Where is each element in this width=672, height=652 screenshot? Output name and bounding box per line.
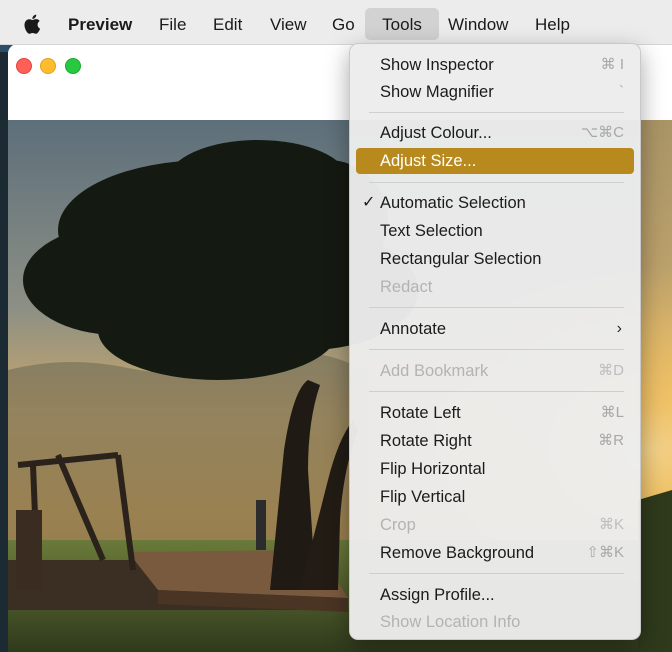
menubar-help[interactable]: Help <box>527 0 578 44</box>
menu-item-shortcut: ⌘L <box>600 404 624 421</box>
menu-item-remove-background[interactable]: Remove Background ⇧⌘K <box>356 540 634 566</box>
menu-item-show-inspector[interactable]: Show Inspector ⌘ I <box>356 52 634 78</box>
menu-separator <box>369 391 624 392</box>
close-window-button[interactable] <box>16 58 32 74</box>
menu-item-text-selection[interactable]: Text Selection <box>356 218 634 244</box>
menubar-view[interactable]: View <box>262 0 315 44</box>
menu-item-label: Show Location Info <box>380 613 521 631</box>
menu-item-show-magnifier[interactable]: Show Magnifier ` <box>356 79 634 105</box>
minimize-window-button[interactable] <box>40 58 56 74</box>
menu-item-crop: Crop ⌘K <box>356 512 634 538</box>
menu-item-automatic-selection[interactable]: ✓ Automatic Selection <box>356 190 634 216</box>
apple-logo-icon[interactable] <box>22 12 44 36</box>
menu-item-shortcut: ` <box>619 83 624 100</box>
menu-separator <box>369 182 624 183</box>
menu-item-redact: Redact <box>356 274 634 300</box>
menu-item-adjust-colour[interactable]: Adjust Colour... ⌥⌘C <box>356 120 634 146</box>
menubar-go[interactable]: Go <box>324 0 363 44</box>
menu-item-label: Flip Horizontal <box>380 460 486 478</box>
menu-item-label: Remove Background <box>380 544 535 562</box>
menu-item-assign-profile[interactable]: Assign Profile... <box>356 582 634 608</box>
menu-item-label: Add Bookmark <box>380 362 489 380</box>
menu-item-shortcut: ⇧⌘K <box>586 544 624 561</box>
menu-item-rotate-right[interactable]: Rotate Right ⌘R <box>356 428 634 454</box>
menu-item-shortcut: ⌘ I <box>600 56 624 73</box>
menu-item-add-bookmark: Add Bookmark ⌘D <box>356 358 634 384</box>
zoom-window-button[interactable] <box>65 58 81 74</box>
menubar-edit[interactable]: Edit <box>205 0 250 44</box>
menu-item-label: Assign Profile... <box>380 586 495 604</box>
menu-item-rectangular-selection[interactable]: Rectangular Selection <box>356 246 634 272</box>
tools-menu: Show Inspector ⌘ I Show Magnifier ` Adju… <box>349 43 641 640</box>
menu-separator <box>369 349 624 350</box>
menu-item-flip-vertical[interactable]: Flip Vertical <box>356 484 634 510</box>
menu-separator <box>369 112 624 113</box>
menu-item-rotate-left[interactable]: Rotate Left ⌘L <box>356 400 634 426</box>
menu-item-show-location-info: Show Location Info <box>356 609 634 635</box>
menu-item-label: Text Selection <box>380 222 483 240</box>
menu-item-label: Flip Vertical <box>380 488 466 506</box>
menu-item-label: Show Inspector <box>380 56 494 74</box>
menu-item-label: Rotate Left <box>380 404 461 422</box>
menu-bar: Preview File Edit View Go Tools Window H… <box>0 0 672 45</box>
menu-item-label: Crop <box>380 516 416 534</box>
menubar-app-preview[interactable]: Preview <box>60 0 140 44</box>
menu-item-label: Adjust Colour... <box>380 124 492 142</box>
menu-separator <box>369 307 624 308</box>
menu-item-annotate[interactable]: Annotate › <box>356 316 634 342</box>
menu-separator <box>369 573 624 574</box>
menu-item-label: Rectangular Selection <box>380 250 542 268</box>
menubar-tools[interactable]: Tools <box>365 8 439 40</box>
menu-item-flip-horizontal[interactable]: Flip Horizontal <box>356 456 634 482</box>
menu-item-label: Automatic Selection <box>380 194 526 212</box>
menu-item-adjust-size[interactable]: Adjust Size... <box>356 148 634 174</box>
menu-item-shortcut: ⌥⌘C <box>580 124 624 141</box>
menu-item-label: Annotate <box>380 320 447 338</box>
menu-item-label: Show Magnifier <box>380 83 494 101</box>
menubar-file[interactable]: File <box>151 0 194 44</box>
menu-item-shortcut: ⌘K <box>598 516 624 533</box>
checkmark-icon: ✓ <box>362 194 376 211</box>
menu-item-shortcut: ⌘R <box>598 432 624 449</box>
menu-item-label: Adjust Size... <box>380 152 477 170</box>
menu-item-shortcut: ⌘D <box>598 362 624 379</box>
menubar-window[interactable]: Window <box>440 0 516 44</box>
menu-item-label: Redact <box>380 278 433 296</box>
menu-item-label: Rotate Right <box>380 432 472 450</box>
chevron-right-icon: › <box>616 320 622 337</box>
